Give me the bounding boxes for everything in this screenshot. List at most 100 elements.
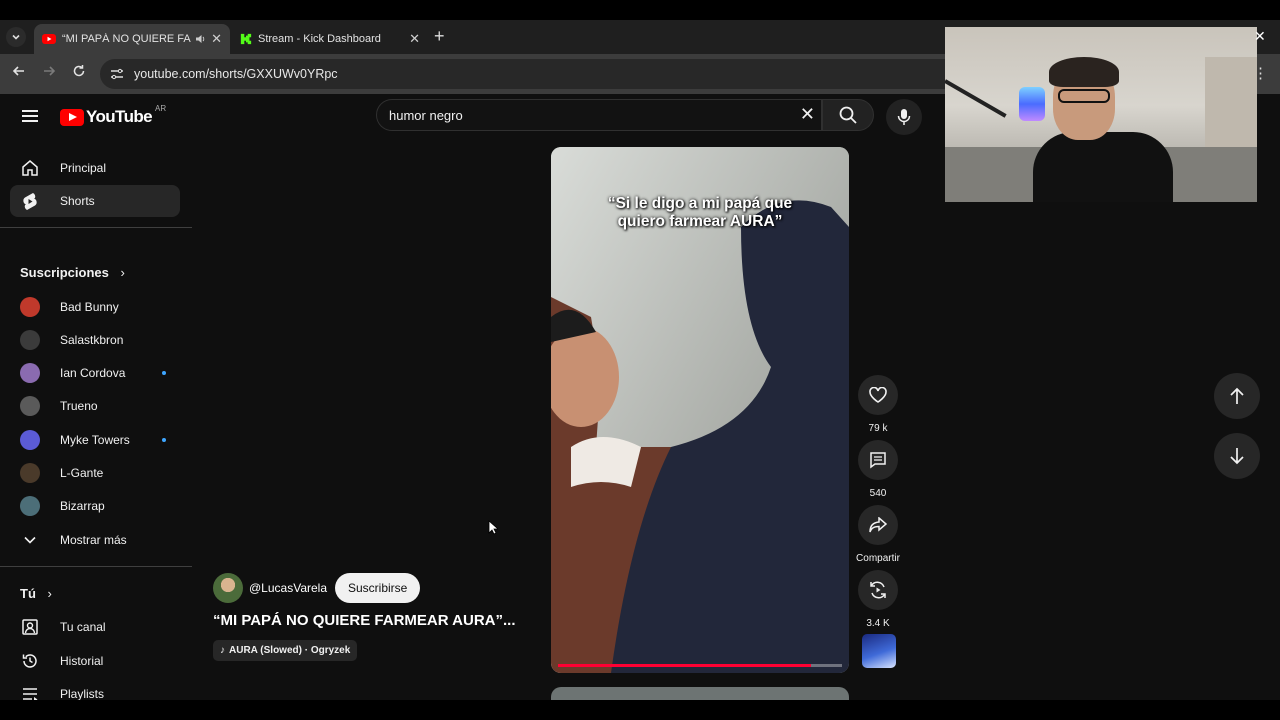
next-short-preview[interactable] (551, 687, 849, 700)
music-note-icon: ♪ (220, 645, 225, 656)
remix-action: 3.4 K (858, 570, 898, 629)
channel-row: @LucasVarela Suscribirse (213, 573, 421, 603)
sidebar-item-l-gante[interactable]: L-Gante (10, 457, 180, 489)
comment-action: 540 (858, 440, 898, 499)
sidebar-item-tu-canal[interactable]: Tu canal (10, 611, 180, 643)
tab-search-button[interactable] (6, 27, 26, 47)
youtube-logo[interactable]: YouTube AR (60, 104, 166, 127)
sidebar-item-label: Salastkbron (60, 333, 124, 347)
tab-label: Stream - Kick Dashboard (258, 33, 381, 45)
short-title[interactable]: “MI PAPÁ NO QUIERE FARMEAR AURA”... (213, 612, 533, 629)
youtube-icon (42, 34, 56, 44)
sidebar-item-label: Tu canal (60, 620, 106, 634)
tab-kick[interactable]: Stream - Kick Dashboard ✕ (232, 24, 428, 54)
sidebar-item-bad-bunny[interactable]: Bad Bunny (10, 291, 180, 323)
avatar (20, 430, 40, 450)
avatar (20, 396, 40, 416)
you-header[interactable]: Tú › (20, 586, 52, 601)
clear-search-icon[interactable]: ✕ (800, 104, 815, 125)
sidebar-item-label: Myke Towers (60, 433, 130, 447)
search-input[interactable]: humor negro ✕ (376, 99, 822, 131)
remix-button[interactable] (858, 570, 898, 610)
sidebar-item-label: Principal (60, 161, 107, 175)
search-value: humor negro (389, 107, 463, 123)
share-button[interactable] (858, 505, 898, 545)
site-settings-icon[interactable] (110, 67, 124, 81)
close-tab-icon[interactable]: ✕ (211, 31, 222, 47)
next-short-button[interactable] (1214, 433, 1260, 479)
subscribe-button[interactable]: Suscribirse (335, 573, 421, 603)
avatar (20, 363, 40, 383)
sidebar-item-historial[interactable]: Historial (10, 645, 180, 677)
sidebar-item-label: Bizarrap (60, 499, 105, 513)
speaker-icon (196, 35, 205, 43)
share-icon (869, 517, 887, 533)
you-title: Tú (20, 586, 36, 601)
channel-icon (22, 619, 38, 635)
sidebar-item-principal[interactable]: Principal (10, 152, 180, 184)
sidebar-item-bizarrap[interactable]: Bizarrap (10, 490, 180, 522)
comment-icon (870, 452, 886, 469)
avatar (20, 463, 40, 483)
sidebar-item-ian-cordova[interactable]: Ian Cordova (10, 357, 180, 389)
reload-button[interactable] (69, 64, 89, 84)
previous-short-button[interactable] (1214, 373, 1260, 419)
sidebar-item-label: Trueno (60, 399, 98, 413)
sidebar-item-label: Bad Bunny (60, 300, 119, 314)
sidebar-item-label: Ian Cordova (60, 366, 126, 380)
back-button[interactable] (9, 64, 29, 84)
streamer-glasses (1058, 89, 1110, 103)
logo-text: YouTube (86, 107, 153, 126)
like-action: 79 k (858, 375, 898, 434)
sidebar-item-salastkbron[interactable]: Salastkbron (10, 324, 180, 356)
sidebar-item-myke-towers[interactable]: Myke Towers (10, 424, 180, 456)
like-count: 79 k (868, 423, 888, 434)
playlists-icon (23, 688, 38, 700)
microphone-icon (897, 109, 911, 125)
sidebar-item-trueno[interactable]: Trueno (10, 390, 180, 422)
avatar (20, 496, 40, 516)
channel-avatar[interactable] (213, 573, 243, 603)
tab-youtube[interactable]: “MI PAPÁ NO QUIERE FARM ✕ (34, 24, 230, 54)
streamer-body (1033, 132, 1173, 202)
search-button[interactable] (822, 99, 874, 131)
menu-icon[interactable] (22, 110, 38, 122)
channel-name[interactable]: @LucasVarela (249, 581, 327, 595)
chevron-down-icon (24, 536, 36, 544)
close-overlay-icon[interactable]: ✕ (1254, 28, 1266, 45)
arrow-up-icon (1230, 387, 1244, 404)
progress-fill (558, 664, 811, 667)
share-label: Compartir (856, 553, 900, 564)
subscriptions-title: Suscripciones (20, 265, 109, 280)
forward-button[interactable] (39, 64, 59, 84)
subscriptions-header[interactable]: Suscripciones › (20, 265, 125, 280)
new-content-dot (162, 438, 166, 442)
sidebar-item-shorts[interactable]: Shorts (10, 185, 180, 217)
sound-thumbnail[interactable] (862, 634, 896, 668)
chevron-right-icon: › (47, 586, 52, 601)
sidebar-item-playlists[interactable]: Playlists (10, 678, 180, 700)
heart-icon (869, 387, 887, 403)
voice-search-button[interactable] (886, 99, 922, 135)
rgb-microphone (1019, 87, 1045, 121)
close-tab-icon[interactable]: ✕ (409, 31, 420, 47)
new-content-dot (162, 371, 166, 375)
music-pill[interactable]: ♪ AURA (Slowed) · Ogryzek (213, 640, 358, 661)
sidebar-item-label: Shorts (60, 194, 95, 208)
divider (0, 227, 192, 228)
video-caption: “Si le digo a mi papá que quiero farmear… (551, 195, 849, 231)
url-text: youtube.com/shorts/GXXUWv0YRpc (134, 67, 338, 81)
divider (0, 566, 192, 567)
history-icon (22, 654, 37, 668)
like-button[interactable] (858, 375, 898, 415)
tab-label: “MI PAPÁ NO QUIERE FARM (62, 33, 191, 45)
show-more-button[interactable]: Mostrar más (10, 524, 180, 556)
comment-button[interactable] (858, 440, 898, 480)
remix-icon (870, 581, 886, 599)
video-progress-bar[interactable] (558, 664, 842, 667)
webcam-overlay (945, 27, 1257, 202)
short-video-player[interactable]: “Si le digo a mi papá que quiero farmear… (551, 147, 849, 673)
comment-count: 540 (869, 488, 887, 499)
new-tab-button[interactable]: + (434, 26, 445, 47)
sidebar-item-label: Historial (60, 654, 104, 668)
